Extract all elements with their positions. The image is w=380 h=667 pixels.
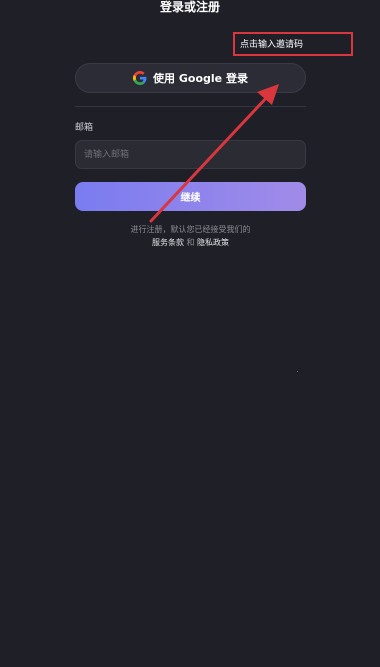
continue-button[interactable]: 继续 <box>75 182 306 211</box>
email-label: 邮箱 <box>75 123 94 133</box>
speck <box>297 371 298 372</box>
page-title: 登录或注册 <box>159 0 220 14</box>
email-field[interactable] <box>75 140 306 169</box>
terms-text: 进行注册，默认您已经接受我们的 <box>130 225 251 234</box>
annotation-arrow <box>149 84 279 223</box>
google-login-label: 使用 Google 登录 <box>153 72 248 85</box>
login-page: 登录或注册 点击输入邀请码 使用 Google 登录 邮箱 继续 进行注册，默认… <box>0 0 380 667</box>
google-login-button[interactable]: 使用 Google 登录 <box>75 63 306 93</box>
divider <box>75 106 306 107</box>
privacy-policy-link[interactable]: 隐私政策 <box>197 238 229 247</box>
invite-code-link[interactable]: 点击输入邀请码 <box>234 34 309 56</box>
terms-and-text: 和 <box>186 238 195 247</box>
terms-notice: 进行注册，默认您已经接受我们的 服务条款 和 隐私政策 <box>75 223 306 249</box>
terms-of-service-link[interactable]: 服务条款 <box>152 238 184 247</box>
terms-links: 服务条款 和 隐私政策 <box>75 236 306 249</box>
google-icon <box>133 71 147 85</box>
